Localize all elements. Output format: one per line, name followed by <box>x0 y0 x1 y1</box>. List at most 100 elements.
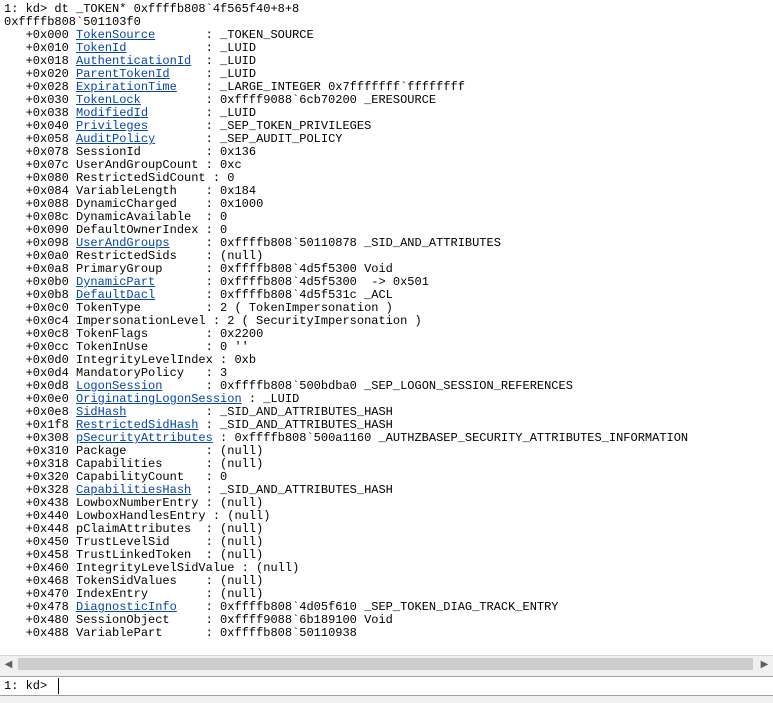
debugger-output-pane[interactable]: 1: kd> dt _TOKEN* 0xffffb808`4f565f40+8+… <box>0 0 773 655</box>
field-name-link[interactable]: RestrictedSidHash <box>76 418 198 432</box>
field-padding <box>177 80 199 94</box>
field-name: SessionId <box>76 145 141 159</box>
field-padding <box>177 184 199 198</box>
window-bottom-edge <box>0 696 773 703</box>
field-value: : (null) <box>234 561 300 575</box>
field-offset: +0x080 <box>4 171 77 185</box>
field-value: : _SID_AND_ATTRIBUTES_HASH <box>198 405 393 419</box>
field-value: : 0x1000 <box>198 197 264 211</box>
field-offset: +0x07c <box>4 158 77 172</box>
field-offset: +0x470 <box>4 587 77 601</box>
field-offset: +0x0e8 <box>4 405 77 419</box>
field-offset: +0x030 <box>4 93 77 107</box>
field-name-link[interactable]: DiagnosticInfo <box>76 600 177 614</box>
field-name-link[interactable]: ParentTokenId <box>76 67 170 81</box>
field-name: TokenInUse <box>76 340 149 354</box>
field-offset: +0x308 <box>4 431 77 445</box>
field-value: : 0xffffb808`4d05f610 _SEP_TOKEN_DIAG_TR… <box>198 600 559 614</box>
field-name-link[interactable]: TokenSource <box>76 28 155 42</box>
field-name: ImpersonationLevel <box>76 314 206 328</box>
field-padding <box>148 119 198 133</box>
field-offset: +0x0a0 <box>4 249 77 263</box>
field-name-link[interactable]: ModifiedId <box>76 106 148 120</box>
field-value: : 0xb <box>212 353 257 367</box>
field-padding <box>155 275 198 289</box>
field-offset: +0x090 <box>4 223 77 237</box>
field-value: : 0xffffb808`4d5f5300 -> 0x501 <box>198 275 429 289</box>
field-name-link[interactable]: UserAndGroups <box>76 236 170 250</box>
field-value: : 0xffffb808`50110938 <box>198 626 357 640</box>
field-offset: +0x0b8 <box>4 288 77 302</box>
field-padding <box>170 236 199 250</box>
field-name: Package <box>76 444 127 458</box>
field-padding <box>126 444 198 458</box>
field-name-link[interactable]: CapabilitiesHash <box>76 483 191 497</box>
field-name: IndexEntry <box>76 587 149 601</box>
scroll-left-icon[interactable]: ◀ <box>0 656 17 672</box>
field-offset: +0x0d0 <box>4 353 77 367</box>
field-padding <box>155 28 198 42</box>
field-name-link[interactable]: TokenId <box>76 41 126 55</box>
field-offset: +0x0b0 <box>4 275 77 289</box>
field-offset: +0x084 <box>4 184 77 198</box>
field-name-link[interactable]: LogonSession <box>76 379 162 393</box>
field-value: : 0x184 <box>198 184 257 198</box>
field-name-link[interactable]: pSecurityAttributes <box>76 431 213 445</box>
field-offset: +0x460 <box>4 561 77 575</box>
field-value: : (null) <box>198 535 264 549</box>
field-name-link[interactable]: AuthenticationId <box>76 54 191 68</box>
field-offset: +0x088 <box>4 197 77 211</box>
field-value: : (null) <box>205 509 271 523</box>
field-name: DefaultOwnerIndex <box>76 223 199 237</box>
field-name: TokenType <box>76 301 141 315</box>
field-name-link[interactable]: ExpirationTime <box>76 80 177 94</box>
field-offset: +0x320 <box>4 470 77 484</box>
field-offset: +0x0c8 <box>4 327 77 341</box>
field-offset: +0x1f8 <box>4 418 77 432</box>
field-value: : _LUID <box>198 41 257 55</box>
field-value: : (null) <box>198 496 264 510</box>
field-name-link[interactable]: TokenLock <box>76 93 141 107</box>
field-name-link[interactable]: DynamicPart <box>76 275 155 289</box>
field-name: IntegrityLevelIndex <box>76 353 213 367</box>
field-value: : 0xffffb808`4d5f531c _ACL <box>198 288 393 302</box>
field-value: : (null) <box>198 574 264 588</box>
field-offset: +0x098 <box>4 236 77 250</box>
field-name: VariablePart <box>76 626 163 640</box>
scroll-right-icon[interactable]: ▶ <box>756 656 773 672</box>
field-padding <box>162 379 198 393</box>
field-name-link[interactable]: DefaultDacl <box>76 288 155 302</box>
command-input[interactable] <box>58 678 771 694</box>
field-padding <box>177 249 199 263</box>
field-name: DynamicCharged <box>76 197 177 211</box>
field-name-link[interactable]: Privileges <box>76 119 148 133</box>
field-name-link[interactable]: AuditPolicy <box>76 132 155 146</box>
field-value: : (null) <box>198 548 264 562</box>
field-value: : _TOKEN_SOURCE <box>198 28 314 42</box>
field-name-link[interactable]: SidHash <box>76 405 126 419</box>
field-value: : 0xffff9088`6b189100 Void <box>198 613 393 627</box>
field-offset: +0x078 <box>4 145 77 159</box>
field-value: : (null) <box>198 444 264 458</box>
field-value: : 0xffffb808`500a1160 _AUTHZBASEP_SECURI… <box>212 431 689 445</box>
field-value: : 0 <box>198 210 228 224</box>
field-padding <box>155 132 198 146</box>
field-padding <box>177 574 199 588</box>
field-value: : _LUID <box>198 106 257 120</box>
field-value: : _SEP_AUDIT_POLICY <box>198 132 343 146</box>
horizontal-scrollbar[interactable]: ◀ ▶ <box>0 655 773 672</box>
command-prompt: 1: kd> <box>4 679 48 693</box>
field-value: : _SID_AND_ATTRIBUTES_HASH <box>198 483 393 497</box>
field-name: LowboxHandlesEntry <box>76 509 206 523</box>
field-value: : 0xffffb808`4d5f5300 Void <box>198 262 393 276</box>
field-offset: +0x440 <box>4 509 77 523</box>
field-value: : _LUID <box>198 67 257 81</box>
field-value: : 0xc <box>198 158 242 172</box>
field-name: VariableLength <box>76 184 177 198</box>
field-padding <box>177 600 199 614</box>
field-name-link[interactable]: OriginatingLogonSession <box>76 392 242 406</box>
field-offset: +0x0d8 <box>4 379 77 393</box>
field-padding <box>148 340 198 354</box>
scrollbar-thumb[interactable] <box>18 658 753 670</box>
field-offset: +0x058 <box>4 132 77 146</box>
